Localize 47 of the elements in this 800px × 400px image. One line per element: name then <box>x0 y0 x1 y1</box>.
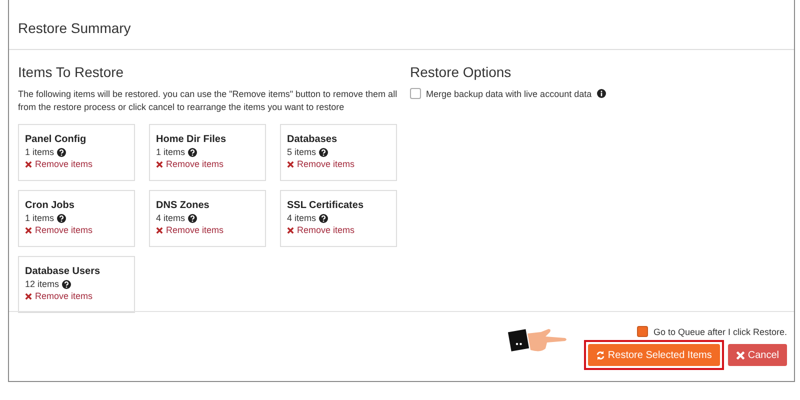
help-icon[interactable] <box>188 148 198 156</box>
help-icon[interactable] <box>57 214 66 222</box>
item-count: 5 items <box>287 147 316 157</box>
close-icon <box>156 226 163 234</box>
close-icon <box>156 160 163 168</box>
remove-items-link[interactable]: Remove items <box>287 159 390 169</box>
cancel-button[interactable]: Cancel <box>728 344 787 366</box>
close-icon <box>25 292 32 300</box>
item-count: 1 items <box>25 147 54 157</box>
close-icon <box>287 226 294 234</box>
remove-items-link[interactable]: Remove items <box>156 225 259 235</box>
section-heading: Items To Restore <box>18 64 125 80</box>
queue-checkbox[interactable] <box>637 326 648 337</box>
item-name: Cron Jobs <box>25 200 76 211</box>
panel-title: Restore Summary <box>18 20 131 36</box>
item-name: DNS Zones <box>156 200 210 211</box>
item-name: Home Dir Files <box>156 134 228 145</box>
close-icon <box>25 226 32 234</box>
item-count: 1 items <box>156 147 186 157</box>
item-name: Database Users <box>25 266 102 277</box>
close-icon <box>25 160 32 168</box>
help-icon[interactable] <box>319 148 328 156</box>
remove-items-link[interactable]: Remove items <box>156 159 259 169</box>
close-icon <box>287 160 294 168</box>
remove-items-link[interactable]: Remove items <box>25 225 128 235</box>
merge-label: Merge backup data with live account data <box>426 88 592 98</box>
remove-items-link[interactable]: Remove items <box>25 159 128 169</box>
item-name: Databases <box>287 134 338 145</box>
item-name: Panel Config <box>25 134 88 145</box>
item-count: 12 items <box>25 279 60 289</box>
close-icon <box>736 350 745 360</box>
help-icon[interactable] <box>57 148 66 156</box>
item-count: 4 items <box>287 213 316 223</box>
help-icon[interactable] <box>62 280 72 288</box>
item-count: 1 items <box>25 213 54 223</box>
item-count: 4 items <box>156 213 186 223</box>
info-icon[interactable] <box>596 89 606 98</box>
description-text: The following items will be restored. you can use the "Remove items" button to remove them all from the restore process or click cancel to rearrange the items you want to restore <box>18 88 398 114</box>
help-icon[interactable] <box>188 214 198 222</box>
item-name: SSL Certificates <box>287 200 365 211</box>
queue-label: Go to Queue after I click Restore. <box>653 326 787 336</box>
section-heading: Restore Options <box>410 64 512 80</box>
help-icon[interactable] <box>319 214 328 222</box>
refresh-icon <box>596 350 605 360</box>
remove-items-link[interactable]: Remove items <box>287 225 390 235</box>
remove-items-link[interactable]: Remove items <box>25 291 128 301</box>
merge-checkbox[interactable] <box>410 88 421 99</box>
